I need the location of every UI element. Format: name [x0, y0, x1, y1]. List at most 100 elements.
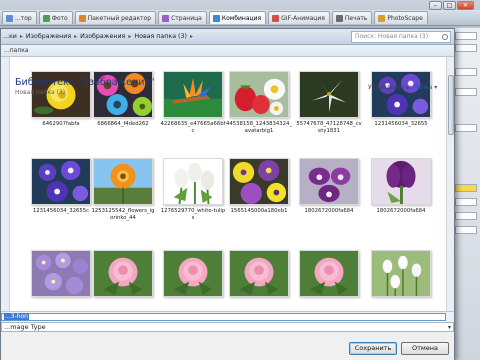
cancel-button[interactable]: Отмена	[401, 342, 449, 355]
app-tab[interactable]: Комбинация	[208, 11, 267, 24]
arrange-by-control[interactable]: Упорядочить: Папка ▾	[368, 84, 437, 91]
file-thumbnail[interactable]: 1802672000fa684	[294, 158, 364, 236]
file-type-select[interactable]: ...mage Type ▾	[1, 322, 454, 332]
file-type-value: ...mage Type	[4, 323, 46, 331]
file-thumbnail[interactable]: 55747678_47128748_cvety1831	[294, 71, 364, 149]
file-name-label: 1276529770_white-tulips	[160, 208, 226, 221]
window-controls: – □ ✕	[429, 1, 474, 10]
app-tab[interactable]: GIF-Анимация	[268, 11, 330, 24]
address-bar: ...ки ▸ Изображения ▸ Изображения ▸ Новая п…	[1, 29, 454, 45]
tab-icon	[42, 14, 50, 22]
purple-orchids-icon	[299, 158, 359, 205]
breadcrumb-item[interactable]: Новая папка (3)	[134, 33, 187, 40]
close-button[interactable]: ✕	[457, 1, 474, 10]
chevron-right-icon: ▸	[128, 33, 132, 40]
bird-of-paradise-icon	[163, 71, 223, 118]
panel-field[interactable]	[455, 226, 477, 234]
file-thumbnail[interactable]: 1276529770_white-tulips	[158, 158, 228, 236]
file-list-pane: 6462907fabfa 6866864_f4ded262 42268635_e47…	[10, 57, 446, 339]
tab-icon	[272, 14, 280, 22]
white-lily-icon	[299, 71, 359, 118]
tab-label: PhotoScape	[387, 14, 423, 22]
strawberries-daisy-icon	[229, 71, 289, 118]
file-name-label: 6462907fabfa	[42, 121, 80, 127]
file-thumbnail[interactable]: 1231456034_32655c	[26, 158, 96, 236]
breadcrumb-item[interactable]: Изображения	[26, 33, 71, 40]
tab-icon	[378, 14, 386, 22]
panel-field[interactable]	[455, 212, 477, 220]
search-placeholder: Поиск: Новая папка (3)	[355, 33, 429, 40]
file-thumbnail[interactable]: 1802672000fa684	[366, 158, 436, 236]
pink-rose-icon	[93, 250, 153, 297]
app-tab[interactable]: Фото	[38, 11, 73, 24]
white-snowdrops-icon	[371, 250, 431, 297]
chevron-right-icon: ▸	[74, 33, 78, 40]
tab-label: Пакетный редактор	[87, 14, 152, 22]
panel-color-swatch[interactable]	[455, 184, 477, 192]
white-tulips-icon	[163, 158, 223, 205]
panel-field[interactable]	[455, 32, 477, 40]
maximize-button[interactable]: □	[443, 1, 456, 10]
app-tab[interactable]: Страница	[158, 11, 207, 24]
dialog-button-row: Сохранить Отмена	[1, 332, 454, 360]
purple-blossom-icon	[371, 71, 431, 118]
chevron-down-icon: ▾	[434, 84, 438, 91]
file-thumbnail[interactable]: 1231456034_32655	[366, 71, 436, 149]
file-thumbnail[interactable]: 42268635_e47665a66bfc	[158, 71, 228, 149]
file-name-input[interactable]: ...3-hon	[1, 313, 446, 321]
tab-label: ...тор	[15, 14, 32, 22]
file-thumbnail[interactable]: 1565145000a180eb1	[224, 158, 294, 236]
file-name-label: 1802672000fa684	[304, 208, 354, 214]
tab-label: Печать	[344, 14, 368, 22]
tab-icon	[78, 14, 86, 22]
arrange-label: Упорядочить:	[368, 84, 411, 91]
panel-field[interactable]	[455, 124, 477, 132]
panel-field[interactable]	[455, 198, 477, 206]
breadcrumb-item[interactable]: ...ки	[3, 33, 17, 40]
chevron-right-icon: ▸	[189, 33, 193, 40]
library-header: Библиотека "Изображения" Новая папка (3)	[15, 77, 155, 97]
tab-icon	[335, 14, 343, 22]
search-icon	[442, 33, 448, 40]
tab-icon	[212, 14, 220, 22]
file-thumbnail[interactable]: 44538158_1243834324_avatarbig1	[224, 71, 294, 149]
tab-label: Комбинация	[221, 14, 262, 22]
orange-daisy-icon	[93, 158, 153, 205]
tab-icon	[6, 14, 13, 22]
arrange-value[interactable]: Папка	[413, 84, 432, 91]
breadcrumb: ...ки ▸ Изображения ▸ Изображения ▸ Новая п…	[1, 31, 351, 43]
file-name-value: ...3-hon	[4, 313, 29, 320]
purple-tulip-icon	[371, 158, 431, 205]
purple-flowers-icon	[31, 250, 91, 297]
panel-field[interactable]	[455, 68, 477, 76]
tab-label: GIF-Анимация	[281, 14, 325, 22]
app-tab[interactable]: PhotoScape	[374, 11, 428, 24]
search-input[interactable]: Поиск: Новая папка (3)	[351, 30, 451, 43]
dialog-toolbar: ...папка	[1, 45, 454, 57]
tab-label: Страница	[171, 14, 202, 22]
purple-blossom-icon	[31, 158, 91, 205]
navigation-pane[interactable]	[1, 57, 10, 339]
file-name-label: 44538158_1243834324_avatarbig1	[226, 121, 292, 134]
file-thumbnail[interactable]: 1253125542_flowers_igorinko_44	[88, 158, 158, 236]
chevron-right-icon: ▸	[19, 33, 23, 40]
app-tab-bar: ...тор Фото Пакетный редактор Страница Комби…	[0, 10, 480, 26]
breadcrumb-item[interactable]: Изображения	[80, 33, 125, 40]
app-tab[interactable]: Пакетный редактор	[74, 11, 157, 24]
file-name-label: 1802672000fa684	[376, 208, 426, 214]
pink-rose-icon	[229, 250, 289, 297]
app-tab[interactable]: Печать	[331, 11, 373, 24]
library-title: Библиотека "Изображения"	[15, 77, 155, 88]
tab-label: Фото	[51, 14, 68, 22]
save-button[interactable]: Сохранить	[349, 342, 397, 355]
library-subtitle[interactable]: Новая папка (3)	[15, 89, 155, 96]
minimize-button[interactable]: –	[429, 1, 442, 10]
scrollbar-thumb[interactable]	[448, 75, 454, 135]
tab-icon	[162, 14, 170, 22]
vertical-scrollbar[interactable]	[446, 57, 454, 311]
file-name-label: 6866864_f4ded262	[97, 121, 149, 127]
app-tab[interactable]: ...тор	[2, 11, 37, 24]
new-folder-button[interactable]: ...папка	[4, 47, 29, 54]
panel-field[interactable]	[455, 44, 477, 52]
panel-field[interactable]	[455, 88, 477, 96]
